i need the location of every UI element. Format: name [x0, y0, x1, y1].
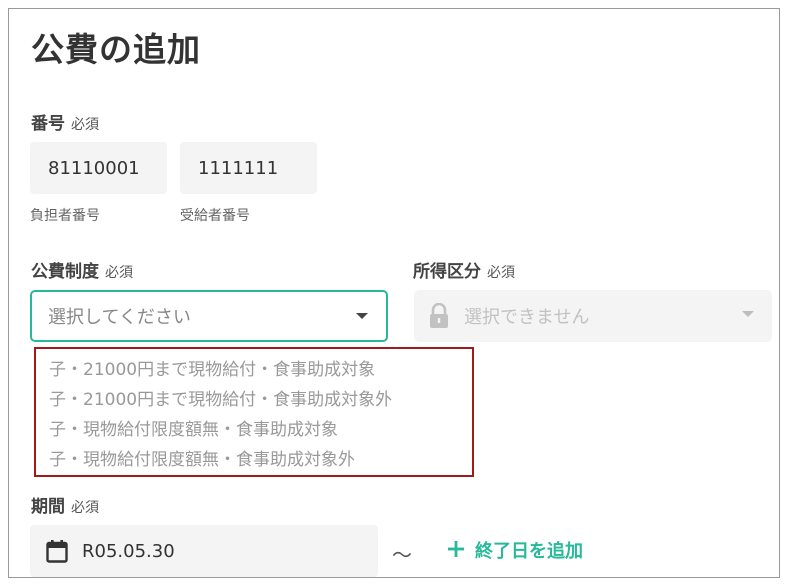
system-option-2[interactable]: 子・21000円まで現物給付・食事助成対象外 — [36, 385, 472, 415]
start-date-value: R05.05.30 — [82, 540, 175, 562]
system-options-list: 子・21000円まで現物給付・食事助成対象 子・21000円まで現物給付・食事助… — [34, 347, 474, 477]
system-option-4[interactable]: 子・現物給付限度額無・食事助成対象外 — [36, 445, 472, 475]
period-required-badge: 必須 — [71, 500, 99, 516]
number-required-badge: 必須 — [71, 117, 99, 133]
system-select[interactable]: 選択してください — [30, 290, 388, 342]
start-date-input[interactable]: R05.05.30 — [30, 525, 378, 577]
system-required-badge: 必須 — [105, 265, 133, 281]
number-label-row: 番号 必須 — [31, 109, 99, 134]
payer-number-value: 81110001 — [48, 157, 140, 179]
plus-icon — [447, 540, 465, 560]
add-public-expense-panel: 公費の追加 番号 必須 81110001 1111111 負担者番号 受給者番号 … — [8, 8, 780, 578]
system-select-placeholder: 選択してください — [48, 307, 191, 328]
number-label: 番号 — [31, 114, 65, 134]
chevron-down-icon — [742, 311, 754, 317]
income-label: 所得区分 — [413, 262, 481, 282]
period-label: 期間 — [31, 497, 65, 517]
recipient-number-input[interactable]: 1111111 — [180, 142, 317, 194]
add-end-date-label: 終了日を追加 — [475, 541, 583, 562]
payer-number-input[interactable]: 81110001 — [30, 142, 167, 194]
system-option-1[interactable]: 子・21000円まで現物給付・食事助成対象 — [36, 355, 472, 385]
chevron-down-icon — [356, 313, 368, 319]
system-label: 公費制度 — [31, 262, 99, 282]
income-select-disabled: 選択できません — [414, 290, 772, 342]
period-label-row: 期間 必須 — [31, 492, 99, 517]
income-required-badge: 必須 — [487, 265, 515, 281]
calendar-icon — [46, 539, 68, 563]
lock-icon — [428, 302, 450, 329]
add-end-date-button[interactable]: 終了日を追加 — [447, 537, 583, 563]
period-separator: 〜 — [392, 543, 412, 567]
income-select-placeholder: 選択できません — [464, 307, 590, 328]
income-label-row: 所得区分 必須 — [413, 257, 515, 282]
recipient-number-caption: 受給者番号 — [180, 208, 250, 224]
page-title: 公費の追加 — [31, 30, 201, 69]
payer-number-caption: 負担者番号 — [30, 208, 100, 224]
recipient-number-value: 1111111 — [198, 157, 279, 179]
system-option-3[interactable]: 子・現物給付限度額無・食事助成対象 — [36, 415, 472, 445]
system-label-row: 公費制度 必須 — [31, 257, 133, 282]
